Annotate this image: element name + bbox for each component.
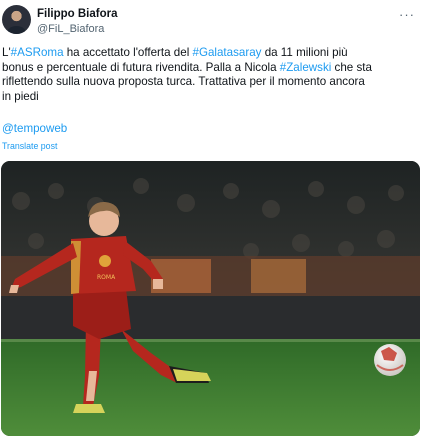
author-handle[interactable]: @FiL_Biafora [37, 23, 104, 35]
ellipsis-icon[interactable]: ··· [399, 7, 415, 22]
photo-illustration: ROMA [1, 161, 420, 436]
svg-text:ROMA: ROMA [97, 274, 116, 281]
tweet-photo[interactable]: ROMA [1, 161, 420, 436]
hashtag-galatasaray[interactable]: #Galatasaray [193, 46, 262, 59]
tweet-text: L'#ASRoma ha accettato l'offerta del #Ga… [2, 46, 416, 105]
tweet-text-segment: bonus e percentuale di futura rivendita.… [2, 60, 280, 74]
tweet-text-segment: riflettendo sulla nuova proposta turca. … [2, 75, 365, 89]
hashtag-asroma[interactable]: #ASRoma [11, 46, 64, 59]
translate-post-link[interactable]: Translate post [2, 141, 57, 151]
hashtag-zalewski[interactable]: #Zalewski [280, 61, 332, 74]
author-name[interactable]: Filippo Biafora [37, 8, 118, 20]
tweet-card[interactable]: Filippo Biafora @FiL_Biafora ··· L'#ASRo… [0, 0, 421, 437]
tweet-text-segment: L' [2, 46, 11, 59]
tweet-text-segment: da 11 milioni più [261, 46, 348, 59]
tweet-text-segment: che sta [331, 60, 372, 74]
avatar[interactable] [2, 5, 31, 34]
tweet-text-segment: in piedi [2, 90, 39, 104]
tweet-text-segment: ha accettato l'offerta del [63, 46, 193, 59]
mention-tempoweb[interactable]: @tempoweb [2, 122, 67, 135]
